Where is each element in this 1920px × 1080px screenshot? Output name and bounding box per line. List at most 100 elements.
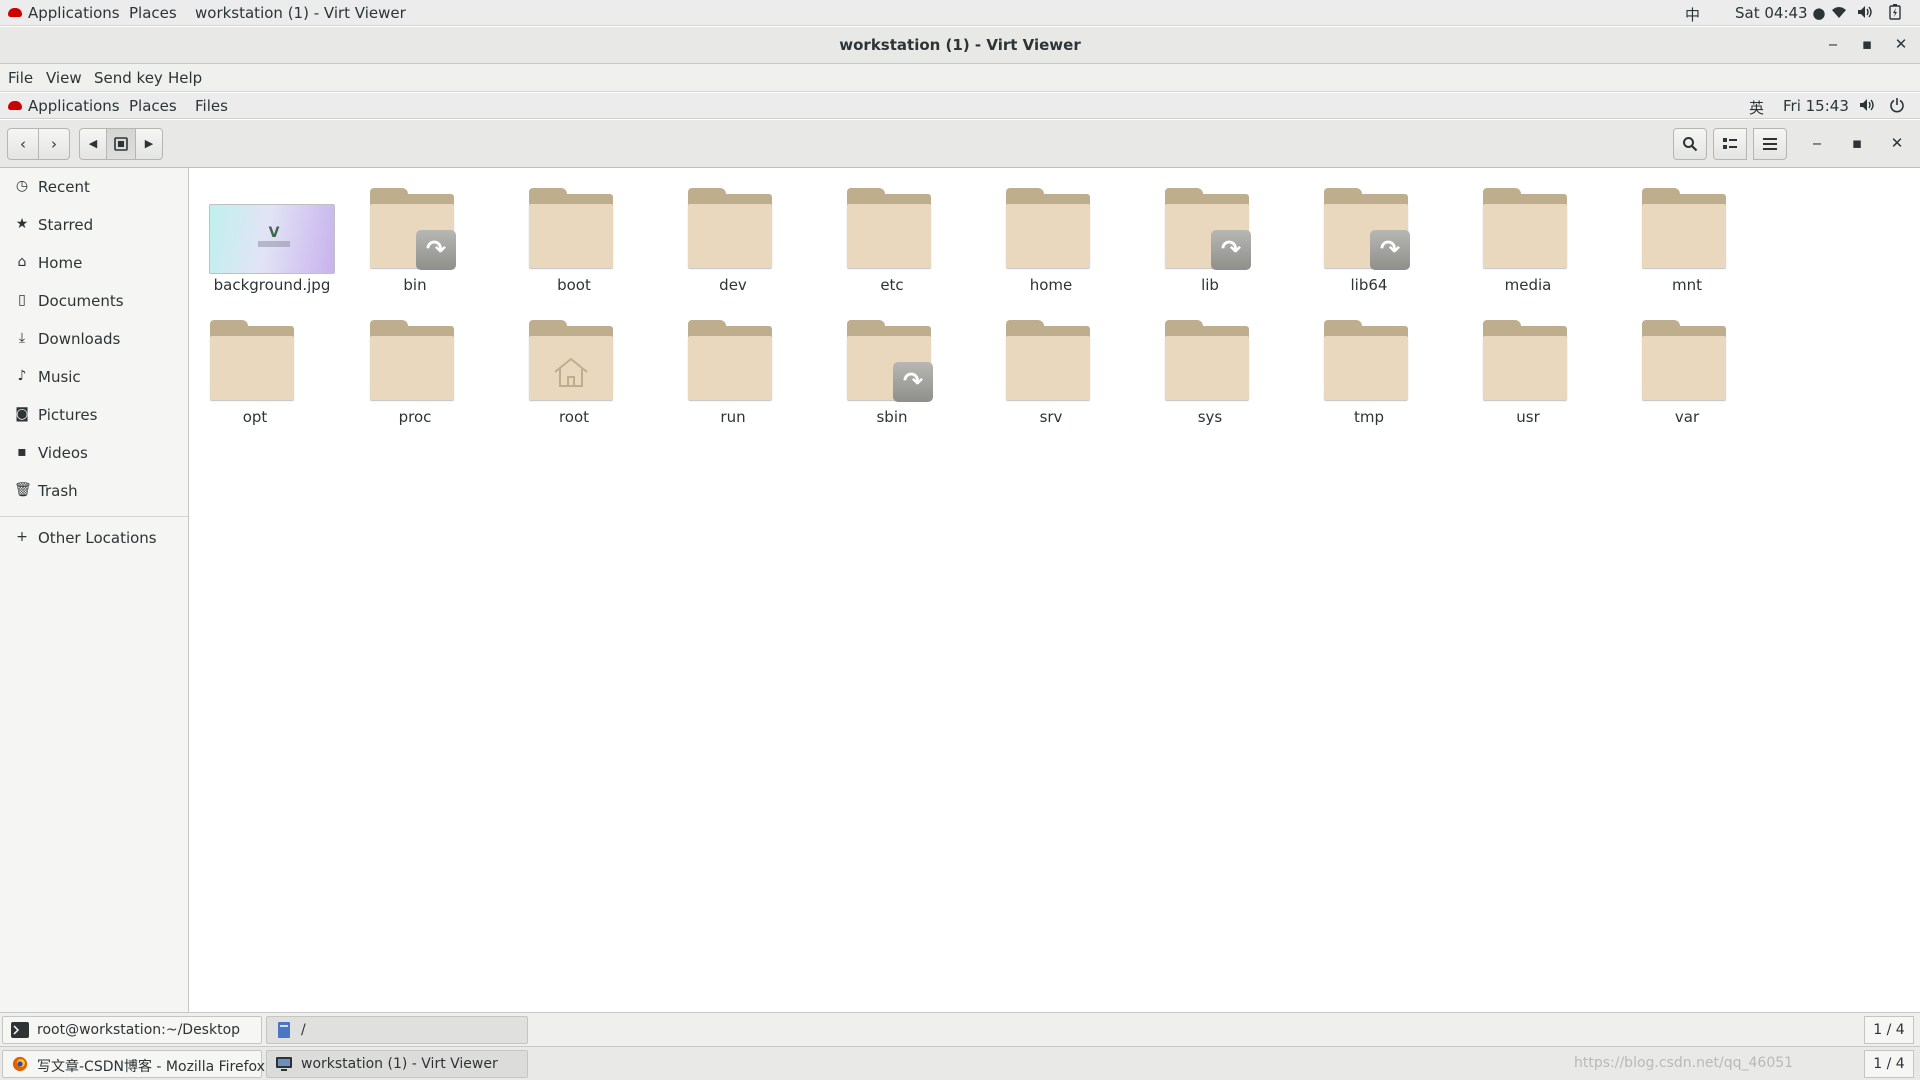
folder-icon: ↷ [1165, 188, 1251, 270]
menu-file[interactable]: File [8, 69, 33, 87]
sidebar-item-starred[interactable]: ★ Starred [0, 206, 188, 244]
file-item-root[interactable]: root [509, 300, 629, 426]
sidebar-item-trash[interactable]: 🗑 Trash [0, 472, 188, 510]
file-item-sbin[interactable]: ↷ sbin [827, 300, 947, 426]
view-mode-button[interactable] [1713, 128, 1747, 160]
file-item-media[interactable]: media [1463, 168, 1583, 294]
host-applications-menu[interactable]: Applications [8, 4, 120, 22]
guest-workspace-pager[interactable]: 1 / 4 [1864, 1016, 1914, 1044]
path-scroll-left-button[interactable]: ◀ [79, 128, 107, 160]
path-scroll-right-button[interactable]: ▶ [135, 128, 163, 160]
sidebar-item-label: Videos [38, 444, 88, 462]
viewer-maximize-button[interactable]: ▪ [1857, 35, 1877, 55]
file-manager-icon [278, 1022, 290, 1038]
plus-icon: + [16, 529, 28, 545]
path-root-button[interactable] [106, 128, 136, 160]
menu-help[interactable]: Help [168, 69, 202, 87]
sidebar-item-label: Music [38, 368, 81, 386]
guest-clock[interactable]: Fri 15:43 [1783, 97, 1849, 115]
guest-applications-menu[interactable]: Applications [8, 97, 120, 115]
battery-icon[interactable] [1889, 4, 1901, 24]
search-button[interactable] [1673, 128, 1707, 160]
file-item-usr[interactable]: usr [1463, 300, 1583, 426]
file-view: V background.jpg ↷ bin boot dev etc home… [190, 168, 1920, 1012]
chevron-left-icon: ‹ [20, 135, 26, 153]
host-places-menu[interactable]: Places [129, 4, 177, 22]
wifi-icon[interactable] [1831, 5, 1847, 23]
file-item-proc[interactable]: proc [350, 300, 470, 426]
viewer-title-bar: workstation (1) - Virt Viewer ‒ ▪ ✕ [0, 27, 1920, 64]
sidebar-item-label: Other Locations [38, 529, 157, 547]
back-button[interactable]: ‹ [7, 128, 39, 160]
guest-input-method[interactable]: 英 [1749, 97, 1764, 118]
star-icon: ★ [15, 216, 29, 232]
host-top-bar: Applications Places workstation (1) - Vi… [0, 0, 1920, 26]
sidebar-item-downloads[interactable]: ⤓ Downloads [0, 320, 188, 358]
sidebar-item-pictures[interactable]: ◙ Pictures [0, 396, 188, 434]
file-name: sys [1197, 408, 1223, 426]
menu-view[interactable]: View [46, 69, 82, 87]
terminal-icon [11, 1022, 29, 1038]
folder-icon: ↷ [847, 320, 933, 402]
guest-places-menu[interactable]: Places [129, 97, 177, 115]
viewer-minimize-button[interactable]: ‒ [1823, 35, 1843, 55]
sidebar-item-videos[interactable]: ▪ Videos [0, 434, 188, 472]
host-window-title[interactable]: workstation (1) - Virt Viewer [195, 4, 406, 22]
symlink-icon: ↷ [1370, 230, 1410, 270]
file-item-var[interactable]: var [1622, 300, 1742, 426]
files-maximize-button[interactable]: ▪ [1847, 134, 1867, 154]
sidebar-item-documents[interactable]: ▯ Documents [0, 282, 188, 320]
guest-power-icon[interactable] [1889, 97, 1905, 117]
taskbar-firefox-window[interactable]: 写文章-CSDN博客 - Mozilla Firefox [2, 1050, 265, 1078]
folder-icon [210, 320, 294, 400]
file-item-srv[interactable]: srv [986, 300, 1106, 426]
taskbar-label: 写文章-CSDN博客 - Mozilla Firefox [37, 1059, 265, 1075]
taskbar-virt-viewer-window[interactable]: workstation (1) - Virt Viewer [266, 1050, 528, 1078]
file-name: tmp [1353, 408, 1384, 426]
file-item-sys[interactable]: sys [1145, 300, 1265, 426]
file-item-mnt[interactable]: mnt [1622, 168, 1742, 294]
guest-taskbar: root@workstation:~/Desktop / 1 / 4 [0, 1012, 1920, 1046]
sidebar-item-label: Home [38, 254, 83, 272]
sidebar-item-recent[interactable]: ◷ Recent [0, 168, 188, 206]
forward-button[interactable]: › [38, 128, 70, 160]
taskbar-files-window[interactable]: / [266, 1016, 528, 1044]
files-minimize-button[interactable]: ‒ [1807, 134, 1827, 154]
sidebar-item-other-locations[interactable]: + Other Locations [0, 519, 188, 557]
sidebar-item-music[interactable]: ♪ Music [0, 358, 188, 396]
file-item-etc[interactable]: etc [827, 168, 947, 294]
camera-icon: ◙ [15, 406, 29, 422]
sidebar-item-label: Documents [38, 292, 124, 310]
redhat-icon [8, 8, 22, 17]
file-item-boot[interactable]: boot [509, 168, 629, 294]
file-item-home[interactable]: home [986, 168, 1106, 294]
host-workspace-pager[interactable]: 1 / 4 [1864, 1050, 1914, 1078]
folder-icon [1642, 188, 1726, 268]
file-name: background.jpg [213, 276, 331, 294]
menu-button[interactable] [1753, 128, 1787, 160]
file-item-bin[interactable]: ↷ bin [350, 168, 470, 294]
viewer-close-button[interactable]: ✕ [1891, 35, 1911, 55]
host-clock[interactable]: Sat 04:43 ● [1735, 4, 1825, 22]
files-close-button[interactable]: ✕ [1887, 134, 1907, 154]
file-item-run[interactable]: run [668, 300, 788, 426]
host-input-method[interactable]: 中 [1685, 4, 1700, 25]
file-item-lib[interactable]: ↷ lib [1145, 168, 1265, 294]
trash-icon: 🗑 [14, 482, 32, 498]
guest-files-menu[interactable]: Files [195, 97, 228, 115]
home-icon [554, 357, 588, 387]
file-item-background[interactable]: V background.jpg [207, 168, 335, 294]
drive-icon [114, 137, 128, 151]
file-item-lib64[interactable]: ↷ lib64 [1304, 168, 1424, 294]
taskbar-terminal-window[interactable]: root@workstation:~/Desktop [2, 1016, 262, 1044]
file-item-dev[interactable]: dev [668, 168, 788, 294]
folder-icon [1324, 320, 1408, 400]
guest-volume-icon[interactable] [1859, 98, 1875, 116]
menu-send-key[interactable]: Send key [94, 69, 163, 87]
file-item-opt[interactable]: opt [190, 300, 310, 426]
volume-icon[interactable] [1857, 5, 1873, 23]
sidebar-item-label: Recent [38, 178, 90, 196]
arrow-right-icon: ▶ [144, 137, 154, 150]
sidebar-item-home[interactable]: ⌂ Home [0, 244, 188, 282]
file-item-tmp[interactable]: tmp [1304, 300, 1424, 426]
